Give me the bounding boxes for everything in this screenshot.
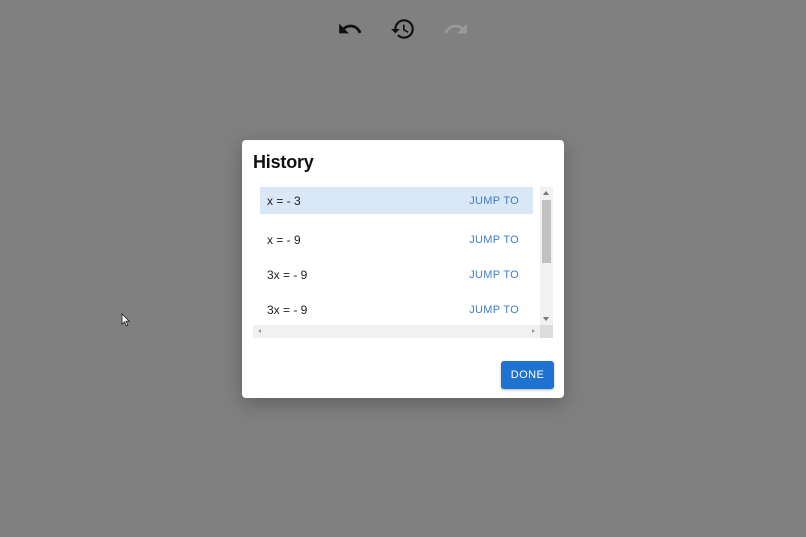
history-dialog: History x = - 3 JUMP TO x = - 9 JUMP TO … xyxy=(242,140,564,398)
scroll-left-arrow-icon[interactable] xyxy=(258,329,261,333)
done-button[interactable]: DONE xyxy=(501,361,554,389)
history-list: x = - 3 JUMP TO x = - 9 JUMP TO 3x = - 9… xyxy=(260,187,533,327)
history-row[interactable]: x = - 3 JUMP TO xyxy=(260,187,533,214)
vertical-scroll-thumb[interactable] xyxy=(542,200,551,263)
history-row-label: 3x = - 9 xyxy=(267,302,308,317)
history-row[interactable]: x = - 9 JUMP TO xyxy=(260,222,533,257)
scroll-up-arrow-icon[interactable] xyxy=(543,191,549,195)
history-icon xyxy=(391,19,414,39)
jump-to-button[interactable]: JUMP TO xyxy=(469,304,519,316)
history-row-label: x = - 3 xyxy=(267,193,301,208)
toolbar xyxy=(0,14,806,44)
undo-icon xyxy=(339,23,362,34)
history-row-label: x = - 9 xyxy=(267,232,301,247)
history-button[interactable] xyxy=(388,14,418,44)
scroll-down-arrow-icon[interactable] xyxy=(543,317,549,321)
redo-button[interactable] xyxy=(441,14,471,44)
dialog-title: History xyxy=(253,152,314,172)
history-list-viewport[interactable]: x = - 3 JUMP TO x = - 9 JUMP TO 3x = - 9… xyxy=(253,187,553,338)
undo-button[interactable] xyxy=(335,14,365,44)
history-row[interactable]: 3x = - 9 JUMP TO xyxy=(260,292,533,327)
jump-to-button[interactable]: JUMP TO xyxy=(469,234,519,246)
jump-to-button[interactable]: JUMP TO xyxy=(469,195,519,207)
scroll-right-arrow-icon[interactable] xyxy=(532,329,535,333)
vertical-scrollbar[interactable] xyxy=(540,187,553,325)
history-row[interactable]: 3x = - 9 JUMP TO xyxy=(260,257,533,292)
history-row-label: 3x = - 9 xyxy=(267,267,308,282)
horizontal-scrollbar[interactable] xyxy=(253,325,540,338)
mouse-cursor-icon xyxy=(121,313,131,327)
redo-icon xyxy=(444,23,467,34)
jump-to-button[interactable]: JUMP TO xyxy=(469,269,519,281)
scrollbar-corner xyxy=(540,325,553,338)
